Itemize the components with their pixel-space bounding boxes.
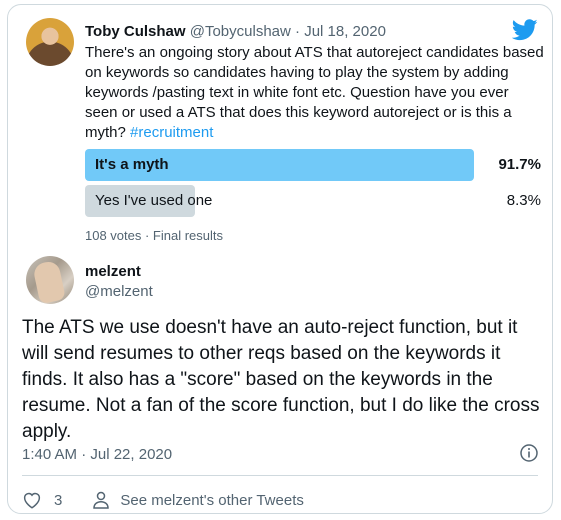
poll-option-percent: 91.7% [498, 156, 541, 173]
like-button[interactable]: 3 [22, 491, 62, 509]
poll-option-myth: It's a myth 91.7% [85, 149, 545, 181]
info-icon[interactable] [520, 444, 538, 462]
divider [22, 475, 538, 476]
quoted-author-name[interactable]: Toby Culshaw [85, 23, 186, 40]
quoted-tweet-header: Toby Culshaw @Tobyculshaw · Jul 18, 2020 [85, 23, 386, 40]
poll-option-percent: 8.3% [506, 192, 541, 209]
see-other-tweets-link[interactable]: See melzent's other Tweets [92, 491, 304, 509]
poll-option-label: Yes I've used one [95, 192, 213, 209]
quoted-author-handle[interactable]: @Tobyculshaw [190, 23, 291, 40]
quoted-author-avatar[interactable] [26, 18, 74, 66]
see-other-tweets-label: See melzent's other Tweets [120, 491, 304, 509]
poll-results-meta: 108 votes · Final results [85, 228, 224, 243]
author-name[interactable]: melzent [85, 263, 141, 280]
poll-option-label: It's a myth [95, 156, 169, 173]
heart-icon [22, 491, 42, 509]
like-count: 3 [54, 491, 63, 509]
tweet-card[interactable]: Toby Culshaw @Tobyculshaw · Jul 18, 2020… [7, 4, 553, 514]
header-separator: · [295, 23, 301, 40]
hashtag-link[interactable]: #recruitment [130, 124, 213, 141]
poll-option-used: Yes I've used one 8.3% [85, 185, 545, 217]
author-handle[interactable]: @melzent [85, 283, 153, 300]
person-icon [92, 491, 110, 509]
quoted-tweet-date[interactable]: Jul 18, 2020 [304, 23, 386, 40]
twitter-bird-icon[interactable] [512, 19, 538, 41]
author-avatar[interactable] [26, 256, 74, 304]
tweet-timestamp[interactable]: 1:40 AM · Jul 22, 2020 [22, 446, 172, 463]
tweet-text: The ATS we use doesn't have an auto-reje… [22, 317, 540, 442]
tweet-actions: 3 See melzent's other Tweets [22, 489, 304, 511]
quoted-tweet-text: There's an ongoing story about ATS that … [85, 43, 545, 143]
